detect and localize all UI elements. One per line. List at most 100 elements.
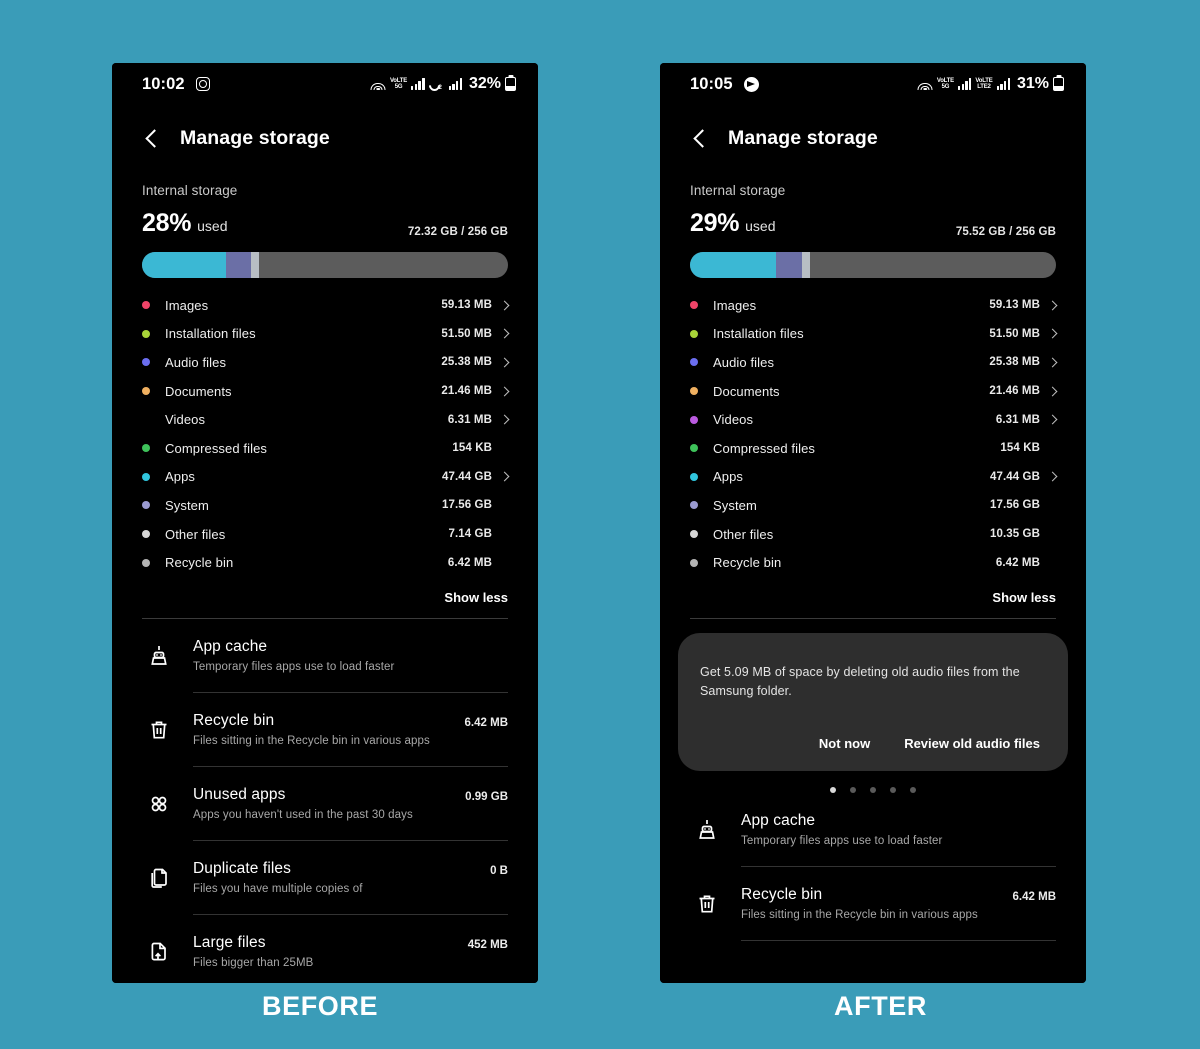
- back-chevron-icon[interactable]: [142, 129, 162, 149]
- category-color-dot: [142, 444, 150, 453]
- option-row[interactable]: Duplicate files Files you have multiple c…: [142, 841, 508, 914]
- category-size: 51.50 MB: [441, 327, 492, 340]
- option-subtitle: Apps you haven't used in the past 30 day…: [193, 808, 413, 821]
- category-size: 25.38 MB: [989, 356, 1040, 369]
- page-title: Manage storage: [180, 127, 330, 149]
- category-row[interactable]: Images 59.13 MB: [690, 291, 1058, 320]
- category-row[interactable]: Apps 47.44 GB: [690, 463, 1058, 492]
- signal-bars-icon: [957, 78, 972, 90]
- category-color-dot: [142, 329, 150, 338]
- option-row[interactable]: App cache Temporary files apps use to loa…: [142, 619, 508, 692]
- option-title: Recycle bin: [193, 711, 275, 729]
- category-row[interactable]: Documents 21.46 MB: [142, 377, 510, 406]
- category-name: Images: [165, 297, 209, 313]
- duplicate-files-icon: [142, 860, 176, 890]
- category-color-dot: [142, 387, 150, 396]
- category-color-dot: [142, 530, 150, 539]
- category-row[interactable]: Installation files 51.50 MB: [690, 320, 1058, 349]
- status-bar-right-after: VoLTE 5G VoLTE LTE2 31%: [917, 75, 1064, 93]
- option-size: 6.42 MB: [464, 716, 508, 729]
- chevron-right-icon[interactable]: [1040, 386, 1058, 397]
- category-row[interactable]: Documents 21.46 MB: [690, 377, 1058, 406]
- status-bar-left-before: 10:02: [142, 75, 210, 94]
- option-body: Large files Files bigger than 25MB: [193, 934, 458, 969]
- storage-summary-before: Internal storage 28% used 72.32 GB / 256…: [112, 154, 538, 278]
- category-color-dot: [690, 329, 698, 338]
- carousel-dots: [678, 771, 1068, 794]
- category-row[interactable]: Audio files 25.38 MB: [690, 348, 1058, 377]
- category-color-dot: [142, 501, 150, 510]
- option-body: Duplicate files Files you have multiple c…: [193, 860, 480, 895]
- capacity-text: 75.52 GB / 256 GB: [955, 226, 1056, 238]
- option-row[interactable]: Unused apps Apps you haven't used in the …: [142, 767, 508, 840]
- option-row[interactable]: Recycle bin Files sitting in the Recycle …: [142, 693, 508, 766]
- status-bar-left-after: 10:05: [690, 75, 759, 94]
- storage-bar-segment-system: [776, 252, 802, 278]
- category-name: Recycle bin: [165, 555, 234, 571]
- category-name: Installation files: [713, 326, 804, 342]
- storage-bar: [142, 252, 508, 278]
- category-name: System: [165, 497, 209, 513]
- chevron-right-icon[interactable]: [1040, 328, 1058, 339]
- chevron-right-icon[interactable]: [1040, 300, 1058, 311]
- network-label: 5G: [394, 84, 403, 90]
- option-subtitle: Files sitting in the Recycle bin in vari…: [193, 734, 430, 747]
- chevron-right-icon[interactable]: [1040, 414, 1058, 425]
- category-name: Other files: [165, 526, 226, 542]
- chevron-right-icon[interactable]: [492, 414, 510, 425]
- chevron-right-icon[interactable]: [492, 386, 510, 397]
- suggestion-actions: Not now Review old audio files: [700, 736, 1046, 751]
- category-size: 59.13 MB: [989, 299, 1040, 312]
- chevron-right-icon[interactable]: [492, 357, 510, 368]
- chevron-right-icon[interactable]: [1040, 471, 1058, 482]
- category-row[interactable]: Installation files 51.50 MB: [142, 320, 510, 349]
- category-size: 7.14 GB: [448, 528, 492, 541]
- category-row[interactable]: Videos 6.31 MB: [690, 405, 1058, 434]
- volte-5g-icon: VoLTE 5G: [937, 78, 954, 90]
- show-less-button[interactable]: Show less: [444, 590, 508, 605]
- option-subtitle: Temporary files apps use to load faster: [741, 835, 943, 848]
- show-less-row-before: Show less: [112, 577, 538, 605]
- storage-bar-segment-system: [226, 252, 252, 278]
- chevron-right-icon[interactable]: [492, 471, 510, 482]
- four-dots-icon: [142, 786, 176, 816]
- option-title: Duplicate files: [193, 859, 291, 877]
- category-row[interactable]: Audio files 25.38 MB: [142, 348, 510, 377]
- category-size: 6.31 MB: [995, 413, 1040, 426]
- review-old-audio-files-button[interactable]: Review old audio files: [904, 736, 1040, 751]
- percent-used-value: 28%: [142, 209, 192, 237]
- screen-before: 10:02 VoLTE 5G 2 32% Manage storage Inte…: [112, 63, 538, 983]
- chevron-right-icon[interactable]: [492, 328, 510, 339]
- option-row[interactable]: Large files Files bigger than 25MB 452 MB: [142, 915, 508, 983]
- percent-used-group: 28% used: [142, 209, 228, 238]
- phone-screenshot-after: 10:05 VoLTE 5G VoLTE LTE2 31% Manage sto…: [660, 63, 1086, 983]
- category-row: Compressed files 154 KB: [142, 434, 508, 463]
- category-row: Compressed files 154 KB: [690, 434, 1056, 463]
- category-row: System 17.56 GB: [690, 491, 1056, 520]
- option-body: Recycle bin Files sitting in the Recycle …: [741, 886, 1003, 921]
- category-name: Audio files: [165, 354, 227, 370]
- storage-bar-segment-apps: [142, 252, 227, 278]
- show-less-button[interactable]: Show less: [992, 590, 1056, 605]
- option-title: App cache: [741, 812, 816, 830]
- internal-storage-label: Internal storage: [142, 183, 238, 198]
- not-now-button[interactable]: Not now: [819, 736, 870, 751]
- category-row[interactable]: Videos 6.31 MB: [142, 405, 510, 434]
- chevron-right-icon[interactable]: [1040, 357, 1058, 368]
- category-row[interactable]: Apps 47.44 GB: [142, 463, 510, 492]
- chevron-right-icon[interactable]: [492, 300, 510, 311]
- category-size: 17.56 GB: [989, 499, 1040, 512]
- category-row[interactable]: Images 59.13 MB: [142, 291, 510, 320]
- back-chevron-icon[interactable]: [690, 129, 710, 149]
- option-row[interactable]: Recycle bin Files sitting in the Recycle …: [690, 867, 1056, 940]
- option-row[interactable]: App cache Temporary files apps use to loa…: [690, 793, 1056, 866]
- option-subtitle: Files you have multiple copies of: [193, 882, 363, 895]
- screen-after: 10:05 VoLTE 5G VoLTE LTE2 31% Manage sto…: [660, 63, 1086, 983]
- category-name: Images: [713, 297, 757, 313]
- option-size: 452 MB: [467, 938, 508, 951]
- option-title: Unused apps: [193, 785, 286, 803]
- category-size: 21.46 MB: [989, 385, 1040, 398]
- category-color-dot: [142, 472, 150, 481]
- option-body: App cache Temporary files apps use to loa…: [193, 638, 498, 673]
- status-bar-right-before: VoLTE 5G 2 32%: [370, 75, 516, 93]
